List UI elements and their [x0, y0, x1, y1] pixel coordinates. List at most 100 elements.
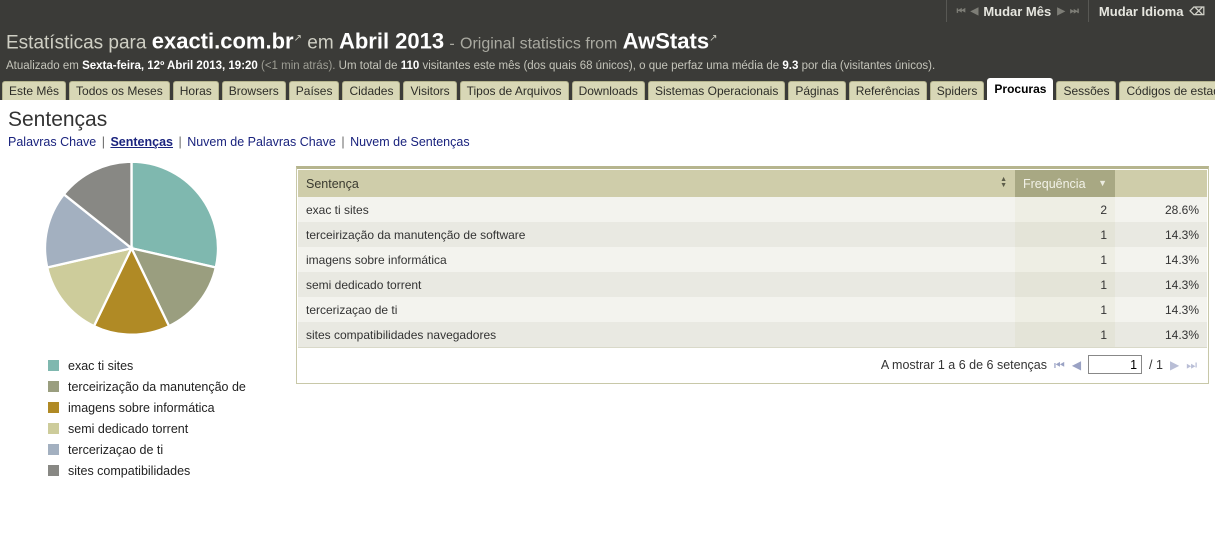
- title-prefix: Estatísticas para: [6, 32, 147, 54]
- main-tab-bar: Este Mês Todos os Meses Horas Browsers Paíse…: [0, 78, 1215, 100]
- legend-item: terceirização da manutenção de: [48, 376, 284, 397]
- legend-label: imagens sobre informática: [68, 400, 215, 415]
- column-header-sentença[interactable]: Sentença ▲ ▼: [298, 170, 1015, 197]
- tab-códigos-de-estado[interactable]: Códigos de estado: [1119, 81, 1215, 100]
- main-content: Sentenças Palavras Chave | Sentenças | N…: [0, 100, 1215, 478]
- legend-item: tercerizaçao de ti: [48, 439, 284, 460]
- month-switcher[interactable]: ⏮ ◀ Mudar Mês ▶ ⏭: [945, 0, 1088, 22]
- pie-chart-area: exac ti sites terceirização da manutenção…: [14, 158, 284, 481]
- tab-páginas[interactable]: Páginas: [788, 81, 846, 100]
- legend-color-swatch: [48, 381, 59, 392]
- period-label: Abril 2013: [338, 28, 445, 54]
- sort-both-icon[interactable]: ▲ ▼: [1000, 176, 1007, 189]
- top-utility-bar: ⏮ ◀ Mudar Mês ▶ ⏭ Mudar Idioma ⌫: [0, 0, 1215, 22]
- subnav-item-nuvem-de-sentenças[interactable]: Nuvem de Sentenças: [350, 135, 470, 149]
- next-page-icon[interactable]: ▶: [1170, 359, 1179, 371]
- updated-label: Atualizado em: [6, 60, 79, 73]
- legend-item: imagens sobre informática: [48, 397, 284, 418]
- page-number-input[interactable]: [1088, 355, 1143, 374]
- page-title-line: Estatísticas para exacti.com.br↗ em Abri…: [6, 26, 1209, 57]
- source-name[interactable]: AwStats: [623, 28, 709, 53]
- legend-color-swatch: [48, 444, 59, 455]
- column-header-label: Frequência: [1023, 176, 1086, 191]
- cell-frequency: 2: [1015, 197, 1115, 222]
- prev-page-icon[interactable]: ◀: [1072, 359, 1081, 371]
- cell-sentence: terceirização da manutenção de software: [298, 222, 1015, 247]
- table-row[interactable]: sites compatibilidades navegadores 1 14.3%: [298, 322, 1207, 347]
- average-suffix: por dia (visitantes únicos).: [801, 60, 936, 73]
- first-page-icon[interactable]: ⏮: [1054, 359, 1065, 371]
- cell-percent: 14.3%: [1115, 272, 1207, 297]
- column-header-percent[interactable]: [1115, 170, 1207, 197]
- sentences-table-panel: Sentença ▲ ▼ Frequência ▼ exac ti sites 2 28.6…: [296, 166, 1209, 384]
- flag-icon: ⌫: [1189, 5, 1205, 18]
- legend-item: semi dedicado torrent: [48, 418, 284, 439]
- prev-page-icon[interactable]: ◀: [971, 6, 979, 17]
- cell-frequency: 1: [1015, 222, 1115, 247]
- tab-browsers[interactable]: Browsers: [221, 81, 286, 100]
- cell-sentence: exac ti sites: [298, 197, 1015, 222]
- legend-color-swatch: [48, 465, 59, 476]
- table-row[interactable]: exac ti sites 2 28.6%: [298, 197, 1207, 222]
- cell-sentence: imagens sobre informática: [298, 247, 1015, 272]
- subnav-item-nuvem-de-palavras-chave[interactable]: Nuvem de Palavras Chave: [187, 135, 336, 149]
- table-head: Sentença ▲ ▼ Frequência ▼: [298, 170, 1207, 197]
- cell-sentence: semi dedicado torrent: [298, 272, 1015, 297]
- external-link-icon-source: ↗: [709, 33, 718, 44]
- pie-chart: [43, 160, 220, 336]
- cell-frequency: 1: [1015, 297, 1115, 322]
- cell-percent: 14.3%: [1115, 247, 1207, 272]
- title-dash: -: [449, 35, 455, 53]
- language-switcher[interactable]: Mudar Idioma ⌫: [1087, 0, 1215, 22]
- legend-item: exac ti sites: [48, 355, 284, 376]
- tab-países[interactable]: Países: [288, 81, 340, 100]
- tab-visitors[interactable]: Visitors: [403, 81, 457, 100]
- cell-percent: 14.3%: [1115, 322, 1207, 347]
- last-page-icon[interactable]: ⏭: [1186, 359, 1197, 371]
- legend-color-swatch: [48, 423, 59, 434]
- subnav-item-palavras-chave[interactable]: Palavras Chave: [8, 135, 96, 149]
- legend-label: terceirização da manutenção de: [68, 379, 246, 394]
- subnav-item-sentenças[interactable]: Sentenças: [110, 135, 173, 149]
- table-row[interactable]: terceirização da manutenção de software 1…: [298, 222, 1207, 247]
- cell-frequency: 1: [1015, 272, 1115, 297]
- tab-sessões[interactable]: Sessões: [1056, 81, 1117, 100]
- column-header-frequência[interactable]: Frequência ▼: [1015, 170, 1115, 197]
- tab-cidades[interactable]: Cidades: [342, 81, 401, 100]
- average-value: 9.3: [782, 60, 799, 73]
- tab-este-mês[interactable]: Este Mês: [2, 81, 67, 100]
- tab-referências[interactable]: Referências: [848, 81, 927, 100]
- site-name[interactable]: exacti.com.br: [152, 28, 294, 53]
- page-title: Sentenças: [8, 108, 108, 131]
- tab-tipos-de-arquivos[interactable]: Tipos de Arquivos: [459, 81, 569, 100]
- visitors-text: visitantes este mês (dos quais 68 únicos…: [422, 60, 780, 73]
- tab-todos-os-meses[interactable]: Todos os Meses: [69, 81, 170, 100]
- legend-label: semi dedicado torrent: [68, 421, 189, 436]
- external-link-icon: ↗: [293, 33, 302, 44]
- tab-sistemas-operacionais[interactable]: Sistemas Operacionais: [647, 81, 786, 100]
- page-header: Estatísticas para exacti.com.br↗ em Abri…: [0, 22, 1215, 78]
- title-middle: em: [307, 32, 334, 54]
- page-total-label: / 1: [1149, 357, 1163, 372]
- first-page-icon[interactable]: ⏮: [957, 6, 966, 17]
- language-switcher-label: Mudar Idioma: [1098, 3, 1184, 19]
- sentences-table: Sentença ▲ ▼ Frequência ▼ exac ti sites 2 28.6…: [298, 170, 1207, 347]
- table-row[interactable]: tercerizaçao de ti 1 14.3%: [298, 297, 1207, 322]
- sort-desc-icon[interactable]: ▼: [1098, 177, 1107, 189]
- legend-label: exac ti sites: [68, 358, 134, 373]
- cell-percent: 14.3%: [1115, 297, 1207, 322]
- subnav-separator: |: [174, 135, 186, 149]
- cell-sentence: tercerizaçao de ti: [298, 297, 1015, 322]
- table-row[interactable]: imagens sobre informática 1 14.3%: [298, 247, 1207, 272]
- next-page-icon[interactable]: ▶: [1057, 6, 1065, 17]
- tab-downloads[interactable]: Downloads: [571, 81, 645, 100]
- last-page-icon[interactable]: ⏭: [1070, 6, 1079, 17]
- tab-procuras[interactable]: Procuras: [987, 78, 1054, 100]
- legend-item: sites compatibilidades: [48, 460, 284, 481]
- tab-spiders[interactable]: Spiders: [929, 81, 985, 100]
- month-switcher-label: Mudar Mês: [983, 3, 1052, 19]
- tab-horas[interactable]: Horas: [172, 81, 219, 100]
- table-row[interactable]: semi dedicado torrent 1 14.3%: [298, 272, 1207, 297]
- updated-value: Sexta-feira, 12º Abril 2013, 19:20: [82, 60, 258, 73]
- legend-color-swatch: [48, 402, 59, 413]
